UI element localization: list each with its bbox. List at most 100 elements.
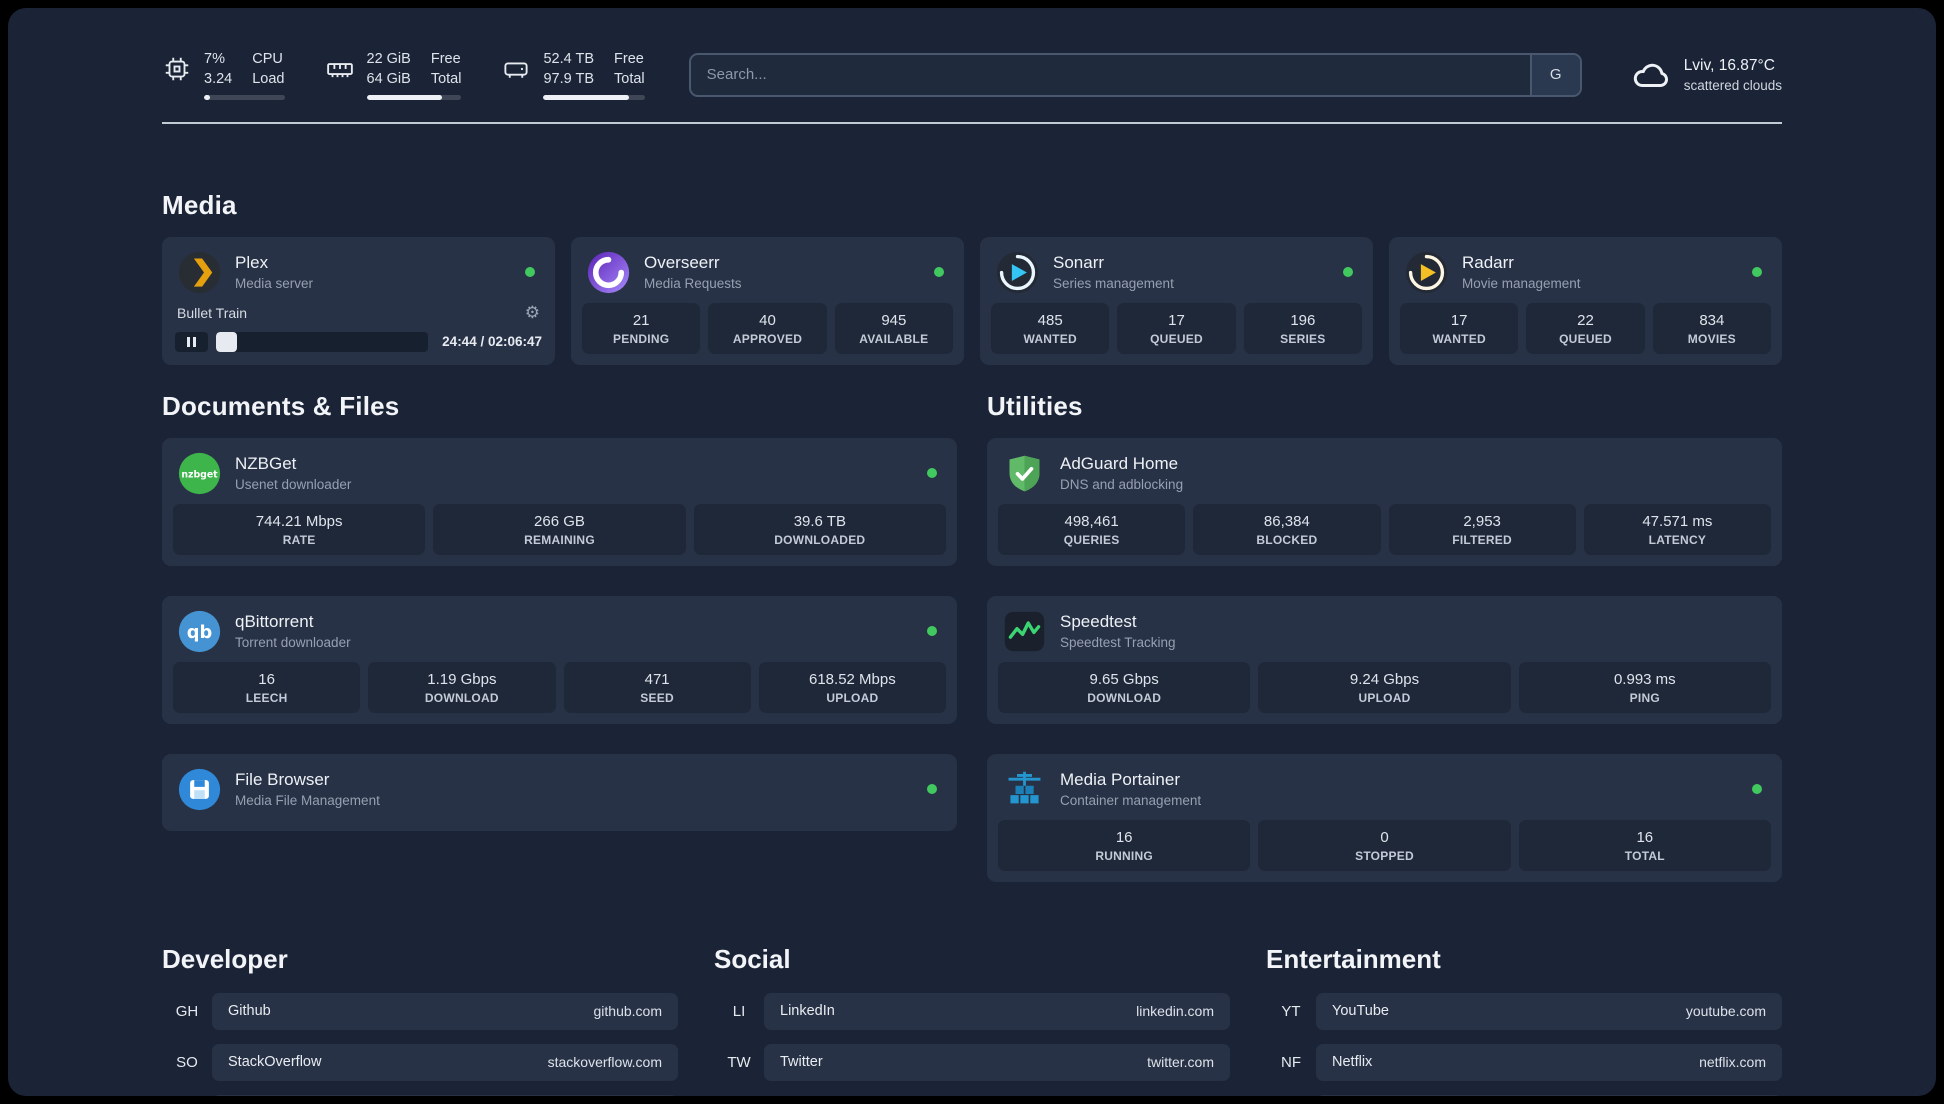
system-metrics: 7% CPU 3.24 Load 22 GiB Free 64 GiB Tota… — [162, 50, 645, 100]
filebrowser-icon — [177, 767, 222, 812]
service-subtitle: Movie management — [1462, 276, 1581, 292]
service-card-overseerr[interactable]: Overseerr Media Requests 21 PENDING 40 APPROV… — [571, 236, 964, 365]
service-header[interactable]: Speedtest Speedtest Tracking — [998, 605, 1771, 662]
memory-icon — [325, 54, 355, 84]
plex-icon — [177, 250, 222, 295]
stat-latency: 47.571 ms LATENCY — [1583, 503, 1771, 555]
bookmark-netflix[interactable]: NF Netflix netflix.com — [1266, 1043, 1782, 1081]
stat-label: DOWNLOAD — [1087, 690, 1162, 705]
stat-value: 86,384 — [1263, 512, 1310, 530]
service-title: NZBGet — [235, 453, 297, 473]
stat-value: 16 — [1115, 828, 1133, 846]
topbar: 7% CPU 3.24 Load 22 GiB Free 64 GiB Tota… — [162, 50, 1782, 100]
bookmark-twitter[interactable]: TW Twitter twitter.com — [714, 1043, 1230, 1081]
service-header[interactable]: Radarr Movie management — [1400, 246, 1771, 303]
service-subtitle: Torrent downloader — [235, 635, 351, 651]
bookmark-abbr: YT — [1281, 1002, 1301, 1020]
service-card-radarr[interactable]: Radarr Movie management 17 WANTED 22 QUEUED 83… — [1389, 236, 1782, 365]
bookmark-dev[interactable]: DTDEVdev.to — [162, 1094, 678, 1096]
pause-button[interactable] — [175, 331, 208, 352]
nzbget-icon: nzbget — [177, 451, 222, 496]
bookmark-name: LinkedIn — [780, 1003, 835, 1020]
bookmark-link[interactable]: Twitter twitter.com — [764, 1043, 1230, 1081]
service-card-plex[interactable]: Plex Media server Bullet Train ⚙ 24:44 / 02:… — [162, 236, 555, 365]
bookmark-link[interactable]: Github github.com — [212, 992, 678, 1030]
status-dot — [525, 267, 535, 278]
bookmark-linkedin[interactable]: LI LinkedIn linkedin.com — [714, 992, 1230, 1030]
bookmark-github[interactable]: GH Github github.com — [162, 992, 678, 1030]
service-header[interactable]: Overseerr Media Requests — [582, 246, 953, 303]
service-card-filebrowser[interactable]: File Browser Media File Management — [162, 753, 957, 831]
stat-label: REMAINING — [524, 532, 595, 547]
status-dot — [934, 267, 944, 278]
stat-label: QUEUED — [1559, 331, 1612, 346]
service-header[interactable]: Plex Media server — [173, 246, 544, 303]
bookmark-link[interactable]: YouTube youtube.com — [1316, 992, 1782, 1030]
service-card-adguard[interactable]: AdGuard Home DNS and adblocking 498,461 QUE… — [987, 437, 1782, 566]
playback-time: 24:44 / 02:06:47 — [442, 334, 542, 350]
service-header[interactable]: qb qBittorrent Torrent downloader — [173, 605, 946, 662]
bookmark-link[interactable]: DEVdev.to — [212, 1094, 678, 1096]
bookmark-url: linkedin.com — [1136, 1003, 1214, 1020]
bookmark-url: netflix.com — [1699, 1054, 1766, 1071]
playback-progress-bar[interactable] — [216, 331, 429, 352]
bookmark-link[interactable]: LinkedIn linkedin.com — [764, 992, 1230, 1030]
search-input[interactable] — [690, 54, 1530, 95]
service-card-sonarr[interactable]: Sonarr Series management 485 WANTED 17 QUEUED… — [980, 236, 1373, 365]
service-title: Radarr — [1462, 252, 1514, 272]
stat-upload: 618.52 Mbps UPLOAD — [758, 661, 946, 713]
search-provider-button[interactable]: G — [1529, 54, 1580, 95]
stat-value: 266 GB — [534, 512, 585, 530]
service-header[interactable]: File Browser Media File Management — [173, 763, 946, 820]
stat-movies: 834 MOVIES — [1652, 302, 1771, 354]
bookmark-name: Github — [228, 1003, 271, 1020]
stat-label: FILTERED — [1452, 532, 1512, 547]
stat-ping: 0.993 ms PING — [1518, 661, 1771, 713]
service-title: qBittorrent — [235, 611, 314, 631]
bookmark-youtube[interactable]: YT YouTube youtube.com — [1266, 992, 1782, 1030]
service-header[interactable]: AdGuard Home DNS and adblocking — [998, 447, 1771, 504]
stat-value: 16 — [258, 670, 275, 688]
service-card-qbittorrent[interactable]: qb qBittorrent Torrent downloader 16 LEECH 1.… — [162, 595, 957, 724]
bookmark-link[interactable]: StackOverflow stackoverflow.com — [212, 1043, 678, 1081]
stat-label: UPLOAD — [826, 690, 879, 705]
stat-label: LATENCY — [1648, 532, 1707, 547]
service-card-portainer[interactable]: Media Portainer Container management 16 RUN… — [987, 753, 1782, 882]
service-subtitle: DNS and adblocking — [1060, 477, 1184, 493]
stat-seed: 471 SEED — [563, 661, 751, 713]
adguard-icon — [1002, 451, 1047, 496]
bookmark-stackoverflow[interactable]: SO StackOverflow stackoverflow.com — [162, 1043, 678, 1081]
status-dot — [1752, 267, 1762, 278]
columns: Documents & Files nzbget NZBGet Usenet dow… — [162, 391, 1782, 882]
service-subtitle: Series management — [1053, 276, 1174, 292]
bookmark-name: StackOverflow — [228, 1054, 322, 1071]
bookmark-url: stackoverflow.com — [547, 1054, 662, 1071]
bookmark-group-title: Developer — [162, 943, 288, 974]
bookmark-abbr: LI — [732, 1002, 746, 1020]
service-header[interactable]: nzbget NZBGet Usenet downloader — [173, 447, 946, 504]
gear-icon[interactable]: ⚙ — [525, 304, 540, 322]
weather-widget: Lviv, 16.87°C scattered clouds — [1630, 54, 1782, 96]
bookmark-abbr: SO — [176, 1053, 198, 1071]
stat-label: QUEUED — [1150, 331, 1203, 346]
speedtest-icon — [1002, 609, 1047, 654]
bookmark-reddit[interactable]: RERedditreddit.com — [1266, 1094, 1782, 1096]
stat-value: 22 — [1577, 311, 1594, 329]
bookmark-link[interactable]: Netflix netflix.com — [1316, 1043, 1782, 1081]
utilities-cards: AdGuard Home DNS and adblocking 498,461 QUE… — [987, 437, 1782, 882]
service-header[interactable]: Sonarr Series management — [991, 246, 1362, 303]
stat-upload: 9.24 Gbps UPLOAD — [1258, 661, 1511, 713]
service-title: AdGuard Home — [1060, 453, 1179, 473]
disk-metric: 52.4 TB Free 97.9 TB Total — [501, 50, 645, 100]
disk-free-value: 52.4 TB — [543, 51, 595, 67]
stat-value: 17 — [1168, 311, 1185, 329]
stat-label: LEECH — [245, 690, 288, 705]
service-header[interactable]: Media Portainer Container management — [998, 763, 1771, 820]
service-card-nzbget[interactable]: nzbget NZBGet Usenet downloader 744.21 Mbps… — [162, 437, 957, 566]
disk-usage-bar — [543, 94, 645, 100]
stat-value: 196 — [1290, 311, 1316, 329]
service-card-speedtest[interactable]: Speedtest Speedtest Tracking 9.65 Gbps DOWN… — [987, 595, 1782, 724]
bookmark-link[interactable]: Redditreddit.com — [1316, 1094, 1782, 1096]
stat-label: PENDING — [612, 331, 670, 346]
service-title: Overseerr — [644, 252, 720, 272]
